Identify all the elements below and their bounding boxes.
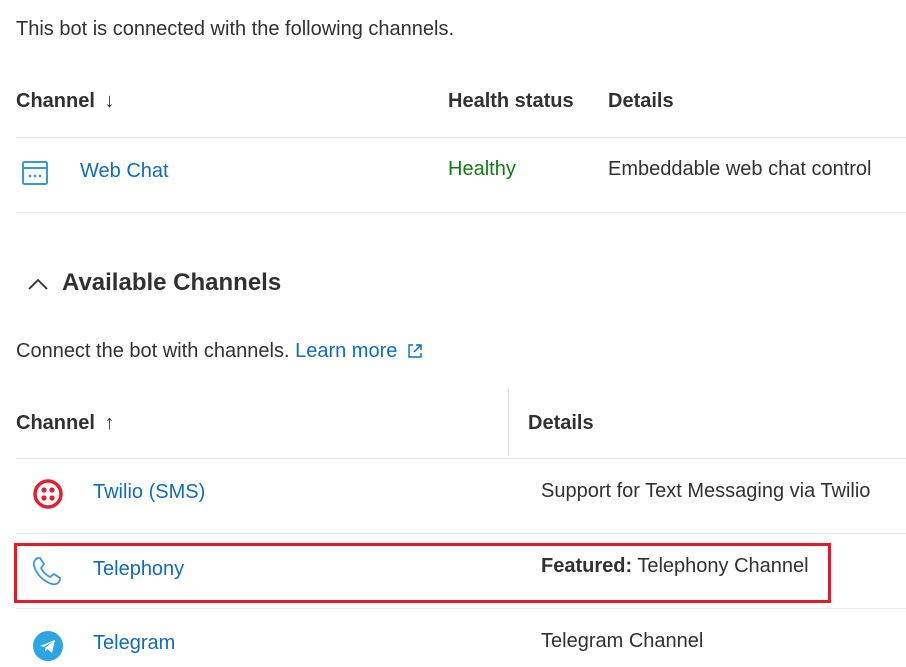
available-column-header-channel[interactable]: Channel ↑ xyxy=(16,412,114,435)
column-header-health-status[interactable]: Health status xyxy=(448,90,574,113)
row-divider xyxy=(16,533,906,534)
connected-intro-text: This bot is connected with the following… xyxy=(16,18,455,40)
row-divider xyxy=(16,608,906,609)
column-header-channel-label: Channel xyxy=(16,90,95,112)
channel-link-web-chat[interactable]: Web Chat xyxy=(80,160,169,183)
featured-label: Featured: xyxy=(541,555,633,577)
channel-link-telephony[interactable]: Telephony xyxy=(93,558,184,581)
column-resize-handle[interactable] xyxy=(508,389,509,456)
channel-link-telegram[interactable]: Telegram xyxy=(93,632,175,655)
learn-more-label: Learn more xyxy=(295,340,398,362)
phone-icon xyxy=(30,554,64,588)
sort-ascending-icon: ↑ xyxy=(104,412,115,434)
channel-details-telephony: Featured: Telephony Channel xyxy=(541,555,809,578)
available-column-header-channel-label: Channel xyxy=(16,412,95,434)
chevron-up-icon xyxy=(28,278,48,290)
column-header-channel[interactable]: Channel ↓ xyxy=(16,90,114,113)
header-divider xyxy=(16,137,906,138)
row-divider xyxy=(16,212,906,213)
twilio-icon xyxy=(32,478,64,510)
channel-link-twilio-sms[interactable]: Twilio (SMS) xyxy=(93,481,205,504)
learn-more-link[interactable]: Learn more xyxy=(295,340,423,362)
channel-details-telegram: Telegram Channel xyxy=(541,630,704,652)
header-divider xyxy=(16,458,906,459)
collapse-available-channels-button[interactable] xyxy=(26,274,50,299)
channel-details-web-chat: Embeddable web chat control xyxy=(608,158,872,180)
available-intro-text: Connect the bot with channels. xyxy=(16,340,290,362)
channel-details-twilio: Support for Text Messaging via Twilio xyxy=(541,480,871,502)
web-chat-icon xyxy=(20,158,50,188)
available-column-header-details[interactable]: Details xyxy=(528,412,594,435)
column-header-details[interactable]: Details xyxy=(608,90,674,113)
available-intro: Connect the bot with channels. Learn mor… xyxy=(16,340,423,363)
telephony-details-text: Telephony Channel xyxy=(637,555,809,577)
external-link-icon xyxy=(408,344,422,358)
sort-descending-icon: ↓ xyxy=(104,90,115,112)
available-channels-title: Available Channels xyxy=(62,269,282,296)
health-status-healthy: Healthy xyxy=(448,158,516,180)
telegram-icon xyxy=(32,630,64,662)
